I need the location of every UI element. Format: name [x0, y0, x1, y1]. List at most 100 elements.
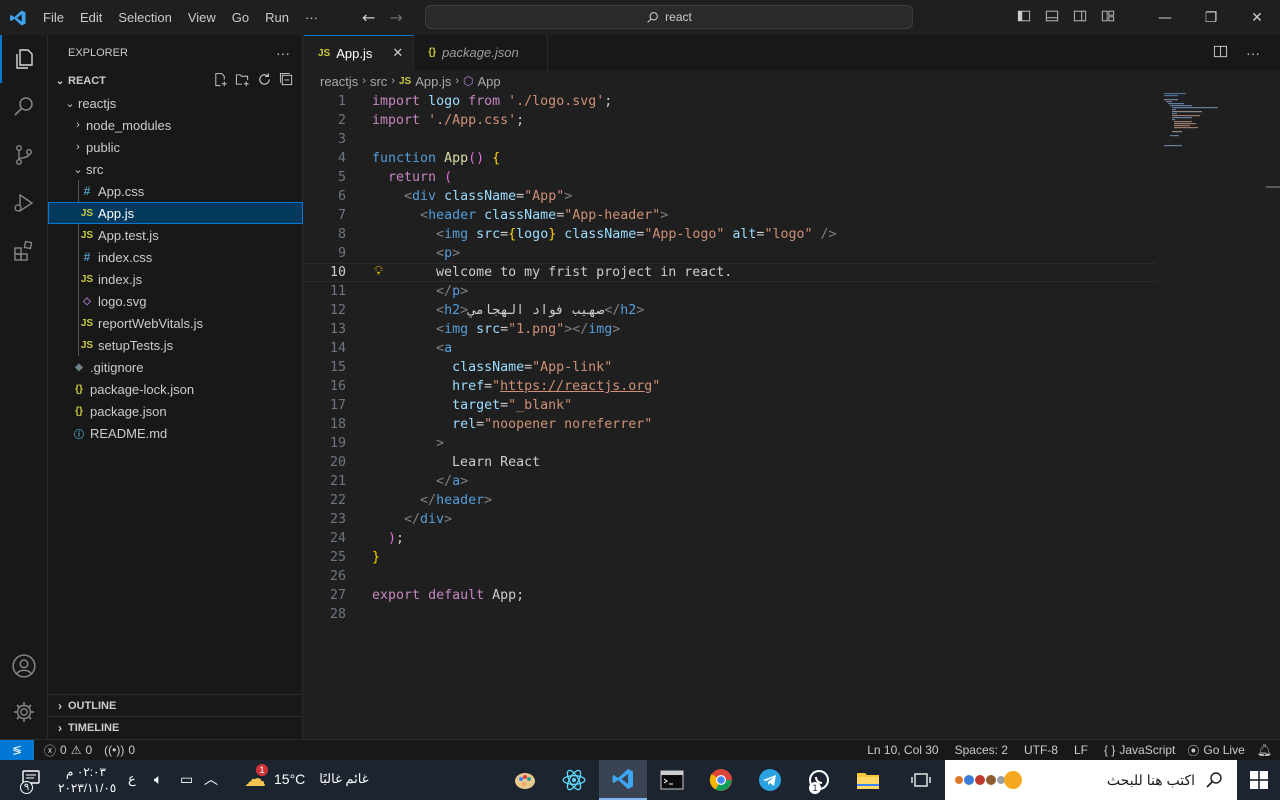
back-arrow-icon[interactable]: ← [362, 8, 375, 27]
battery-icon[interactable]: ▭ [180, 771, 193, 788]
code-line[interactable]: 16 href="https://reactjs.org" [304, 377, 1156, 396]
code-line[interactable]: 26 [304, 567, 1156, 586]
split-editor-icon[interactable] [1213, 44, 1228, 62]
tree-file-app-css[interactable]: # App.css [48, 180, 303, 202]
tree-file-gitignore[interactable]: ◆ .gitignore [48, 356, 303, 378]
code-line[interactable]: 11 </p> [304, 282, 1156, 301]
breadcrumb-item[interactable]: src [370, 74, 387, 89]
menu-selection[interactable]: Selection [110, 10, 179, 25]
code-line[interactable]: 22 </header> [304, 491, 1156, 510]
taskbar-search-box[interactable]: اكتب هنا للبحث [945, 760, 1237, 800]
breadcrumb-item[interactable]: App.js [415, 74, 451, 89]
source-control-icon[interactable] [0, 131, 48, 179]
code-line[interactable]: 15 className="App-link" [304, 358, 1156, 377]
code-line[interactable]: 18 rel="noopener noreferrer" [304, 415, 1156, 434]
code-line[interactable]: 23 </div> [304, 510, 1156, 529]
customize-layout-icon[interactable] [1094, 9, 1122, 27]
code-line[interactable]: 10 welcome to my frist project in react.… [304, 263, 1156, 282]
code-line[interactable]: 12 <h2>صهيب فواد الهجامي</h2> [304, 301, 1156, 320]
code-line[interactable]: 9 <p> [304, 244, 1156, 263]
tree-file-app-test-js[interactable]: JS App.test.js [48, 224, 303, 246]
menu-view[interactable]: View [180, 10, 224, 25]
tree-folder-node-modules[interactable]: › node_modules [48, 114, 303, 136]
go-live-button[interactable]: ⦿ Go Live [1181, 742, 1250, 759]
tree-file-index-css[interactable]: # index.css [48, 246, 303, 268]
explorer-more-button[interactable]: ··· [276, 45, 290, 61]
scrollbar-marker[interactable] [1266, 186, 1280, 188]
collapse-all-icon[interactable] [279, 72, 294, 90]
new-folder-icon[interactable] [235, 72, 250, 90]
tree-file-setup-tests[interactable]: JS setupTests.js [48, 334, 303, 356]
code-line[interactable]: 19 > [304, 434, 1156, 453]
settings-gear-icon[interactable] [0, 688, 48, 736]
file-explorer-app-icon[interactable] [844, 760, 892, 800]
tree-folder-public[interactable]: › public [48, 136, 303, 158]
lightbulb-icon[interactable]: 💡︎ [374, 264, 383, 279]
breadcrumb-item[interactable]: reactjs [320, 74, 358, 89]
refresh-icon[interactable] [257, 72, 272, 90]
workspace-section-header[interactable]: ⌄ REACT [48, 70, 302, 92]
cursor-position[interactable]: Ln 10, Col 30 [861, 743, 948, 757]
tree-file-app-js[interactable]: JS App.js [48, 202, 303, 224]
ports-indicator[interactable]: ((•)) 0 [98, 743, 141, 757]
code-line[interactable]: 3 [304, 130, 1156, 149]
end-of-line[interactable]: LF [1068, 743, 1098, 757]
close-icon[interactable]: ✕ [392, 45, 403, 61]
windows-start-icon[interactable] [1237, 760, 1280, 800]
task-view-icon[interactable] [897, 760, 945, 800]
code-line[interactable]: 8 <img src={logo} className="App-logo" a… [304, 225, 1156, 244]
toggle-secondary-sidebar-icon[interactable] [1066, 9, 1094, 27]
new-file-icon[interactable] [213, 72, 228, 90]
encoding[interactable]: UTF-8 [1018, 743, 1068, 757]
paint-app-icon[interactable] [501, 760, 549, 800]
volume-icon[interactable]: 🔈︎ [154, 771, 162, 788]
code-line[interactable]: 2 import './App.css'; [304, 111, 1156, 130]
menu-edit[interactable]: Edit [72, 10, 110, 25]
tree-file-readme[interactable]: ⓘ README.md [48, 422, 303, 444]
restore-icon[interactable]: ❐ [1188, 10, 1234, 26]
chevron-up-icon[interactable]: ︿ [204, 769, 218, 789]
command-center-search[interactable]: react [425, 5, 913, 29]
tree-file-report-web-vitals[interactable]: JS reportWebVitals.js [48, 312, 303, 334]
menu-file[interactable]: File [35, 10, 72, 25]
code-line[interactable]: 6 <div className="App"> [304, 187, 1156, 206]
code-line[interactable]: 13 <img src="1.png"></img> [304, 320, 1156, 339]
menu-more[interactable]: ··· [297, 10, 326, 25]
code-editor[interactable]: 1 import logo from './logo.svg'; 2 import '… [304, 92, 1280, 739]
minimize-icon[interactable]: — [1142, 10, 1188, 26]
code-line[interactable]: 5 return ( [304, 168, 1156, 187]
weather-widget[interactable]: ☁ 1 15°C غائم غالبًا [244, 764, 369, 792]
tree-folder-src[interactable]: ⌄ src [48, 158, 303, 180]
vscode-taskbar-icon[interactable] [599, 760, 647, 800]
clock[interactable]: ٠٢:٠٣ م ٢٠٢٣/١١/٠٥ [58, 764, 116, 796]
toggle-panel-icon[interactable] [1038, 9, 1066, 27]
code-line[interactable]: 4 function App() { [304, 149, 1156, 168]
problems-indicator[interactable]: ⓧ 0 ⚠ 0 [38, 742, 98, 759]
extensions-icon[interactable] [0, 227, 48, 275]
telegram-app-icon[interactable] [746, 760, 794, 800]
run-debug-icon[interactable] [0, 179, 48, 227]
more-actions-icon[interactable]: ··· [1246, 45, 1260, 61]
tab-app-js[interactable]: JS App.js ✕ [304, 35, 415, 70]
indentation[interactable]: Spaces: 2 [949, 743, 1018, 757]
code-line[interactable]: 14 <a [304, 339, 1156, 358]
react-app-icon[interactable] [550, 760, 598, 800]
toggle-primary-sidebar-icon[interactable] [1010, 9, 1038, 27]
close-window-icon[interactable]: ✕ [1234, 10, 1280, 26]
timeline-section-header[interactable]: › TIMELINE [48, 716, 303, 738]
terminal-app-icon[interactable] [648, 760, 696, 800]
tree-file-package-json[interactable]: {} package.json [48, 400, 303, 422]
tree-file-logo-svg[interactable]: ◇ logo.svg [48, 290, 303, 312]
code-line[interactable]: 28 [304, 605, 1156, 624]
code-line[interactable]: 24 ); [304, 529, 1156, 548]
input-language[interactable]: ع [128, 771, 136, 787]
language-mode[interactable]: { } JavaScript [1098, 743, 1181, 757]
menu-go[interactable]: Go [224, 10, 257, 25]
forward-arrow-icon[interactable]: → [389, 8, 402, 27]
notifications-bell-icon[interactable]: 🔔︎ [1251, 743, 1280, 757]
code-line[interactable]: 1 import logo from './logo.svg'; [304, 92, 1156, 111]
outline-section-header[interactable]: › OUTLINE [48, 694, 303, 716]
code-line[interactable]: 21 </a> [304, 472, 1156, 491]
explorer-icon[interactable] [0, 35, 48, 83]
minimap[interactable] [1162, 92, 1222, 152]
